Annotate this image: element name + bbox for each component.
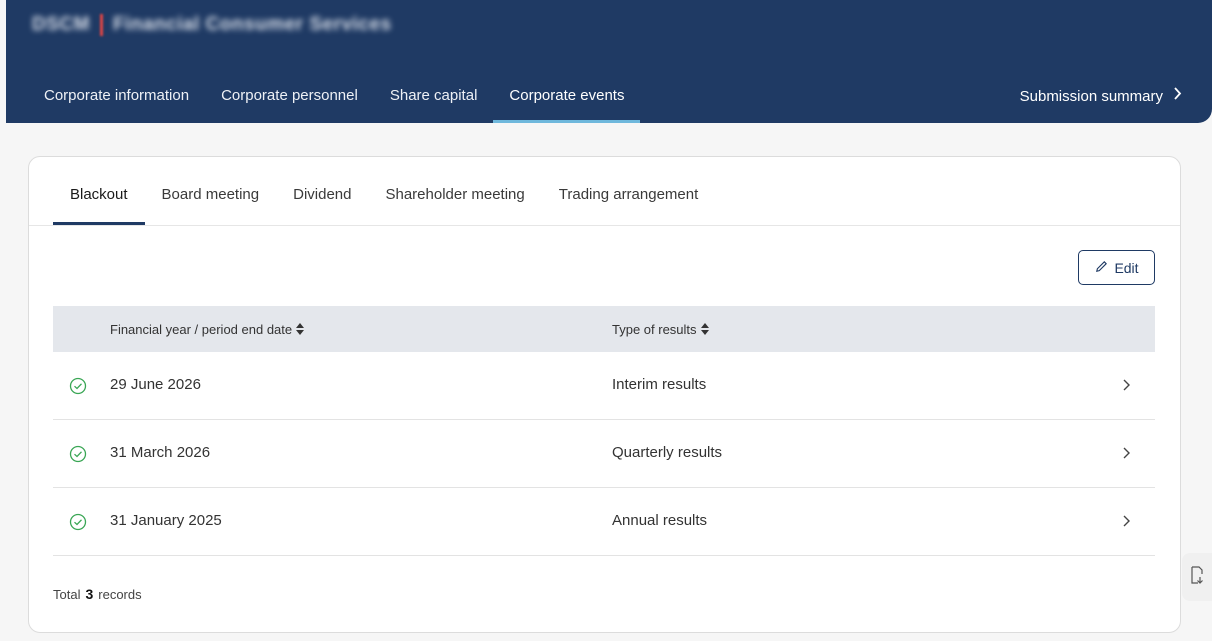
chevron-right-icon	[1173, 87, 1182, 105]
total-label: Total	[53, 587, 81, 602]
check-circle-icon	[69, 377, 87, 395]
pencil-icon	[1094, 259, 1109, 277]
submission-summary-label: Submission summary	[1019, 87, 1163, 105]
subtab-dividend[interactable]: Dividend	[276, 157, 368, 225]
records-total: Total 3 records	[53, 586, 142, 602]
export-side-button[interactable]	[1182, 553, 1212, 601]
column-label: Financial year / period end date	[110, 321, 293, 337]
table-row[interactable]: 31 January 2025 Annual results	[53, 488, 1155, 556]
period-end-date-cell: 31 March 2026	[110, 444, 211, 461]
check-circle-icon	[69, 445, 87, 463]
records-count: 3	[85, 586, 94, 602]
subtab-shareholder-meeting[interactable]: Shareholder meeting	[368, 157, 541, 225]
table-row[interactable]: 29 June 2026 Interim results	[53, 352, 1155, 420]
nav-tab-corporate-personnel[interactable]: Corporate personnel	[205, 72, 374, 123]
sort-icon	[700, 323, 709, 335]
period-end-date-cell: 29 June 2026	[110, 376, 201, 393]
nav-tab-corporate-information[interactable]: Corporate information	[28, 72, 205, 123]
nav-tab-share-capital[interactable]: Share capital	[374, 72, 494, 123]
top-header: DSCM Financial Consumer Services Corpora…	[6, 0, 1212, 123]
event-subtabs: Blackout Board meeting Dividend Sharehol…	[53, 157, 715, 225]
main-nav: Corporate information Corporate personne…	[28, 72, 641, 123]
submission-summary-link[interactable]: Submission summary	[1020, 87, 1182, 105]
type-of-results-cell: Quarterly results	[612, 444, 723, 461]
company-title: DSCM Financial Consumer Services	[32, 12, 392, 38]
subtab-board-meeting[interactable]: Board meeting	[145, 157, 277, 225]
subtab-trading-arrangement[interactable]: Trading arrangement	[542, 157, 716, 225]
export-icon	[1189, 565, 1205, 589]
table-row[interactable]: 31 March 2026 Quarterly results	[53, 420, 1155, 488]
title-separator	[99, 14, 103, 36]
edit-button-label: Edit	[1114, 259, 1139, 276]
type-of-results-cell: Annual results	[612, 512, 708, 529]
chevron-right-icon[interactable]	[1121, 446, 1131, 460]
records-label: records	[98, 587, 142, 602]
chevron-right-icon[interactable]	[1121, 378, 1131, 392]
check-circle-icon	[69, 513, 87, 531]
subtab-divider	[29, 225, 1180, 226]
period-end-date-cell: 31 January 2025	[110, 512, 222, 529]
type-of-results-cell: Interim results	[612, 376, 707, 393]
corporate-events-card: Blackout Board meeting Dividend Sharehol…	[28, 156, 1181, 633]
column-label: Type of results	[612, 321, 697, 337]
column-header-type-of-results[interactable]: Type of results	[612, 322, 709, 337]
company-name: Financial Consumer Services	[112, 14, 392, 35]
chevron-right-icon[interactable]	[1121, 514, 1131, 528]
subtab-blackout[interactable]: Blackout	[53, 157, 145, 225]
column-header-period-end-date[interactable]: Financial year / period end date	[110, 321, 305, 337]
edit-button[interactable]: Edit	[1078, 250, 1155, 285]
company-code: DSCM	[32, 14, 90, 35]
nav-tab-corporate-events[interactable]: Corporate events	[493, 72, 641, 123]
blackout-table: Financial year / period end date Type of…	[53, 306, 1155, 556]
sort-icon	[296, 323, 305, 335]
table-header: Financial year / period end date Type of…	[53, 306, 1155, 352]
